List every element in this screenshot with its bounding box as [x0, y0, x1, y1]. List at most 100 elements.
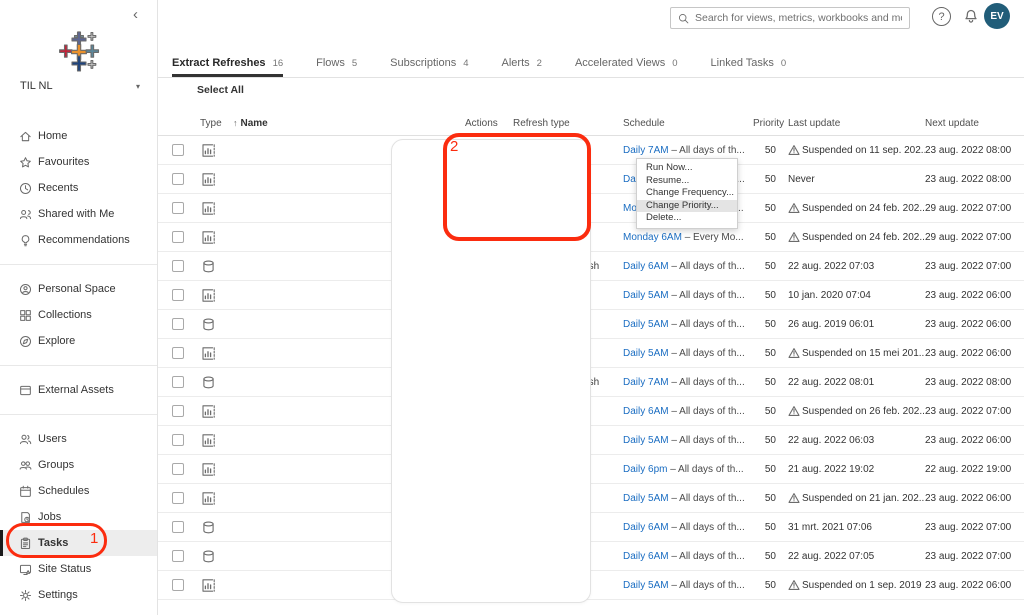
last-update-text: 31 mrt. 2021 07:06: [788, 522, 872, 533]
row-checkbox-cell: [172, 231, 200, 243]
last-update-cell: Never: [782, 174, 925, 185]
schedule-cell: Daily 7AM – All days of th...: [623, 377, 753, 388]
row-checkbox[interactable]: [172, 318, 184, 330]
avatar[interactable]: EV: [984, 3, 1010, 29]
header-last-update: Last update: [782, 118, 925, 129]
last-update-text: Suspended on 26 feb. 202...: [802, 406, 925, 417]
row-checkbox-cell: [172, 260, 200, 272]
sidebar-item-groups[interactable]: Groups: [0, 452, 157, 478]
sidebar-item-site-status[interactable]: Site Status: [0, 556, 157, 582]
tab-extract-refreshes[interactable]: Extract Refreshes16: [172, 57, 283, 77]
schedule-link[interactable]: Daily 6AM: [623, 261, 669, 272]
search-box[interactable]: [670, 7, 910, 29]
schedule-detail: – All days of th...: [671, 435, 744, 446]
schedule-cell: Daily 6AM – All days of th...: [623, 261, 753, 272]
next-update-cell: 29 aug. 2022 07:00: [925, 232, 1024, 243]
sidebar-item-external-assets[interactable]: External Assets: [0, 377, 157, 403]
last-update-text: 10 jan. 2020 07:04: [788, 290, 871, 301]
sidebar-item-settings[interactable]: Settings: [0, 582, 157, 608]
row-checkbox[interactable]: [172, 173, 184, 185]
menu-item-resume[interactable]: Resume...: [637, 175, 737, 188]
tab-bar: Extract Refreshes16 Flows5 Subscriptions4 A…: [172, 53, 819, 77]
sidebar-item-label: Recents: [38, 182, 78, 194]
sidebar-item-favourites[interactable]: Favourites: [0, 149, 157, 175]
schedule-link[interactable]: Daily 6AM: [623, 522, 669, 533]
sidebar-item-personal-space[interactable]: Personal Space: [0, 276, 157, 302]
schedule-cell: Daily 5AM – All days of th...: [623, 319, 753, 330]
row-checkbox[interactable]: [172, 434, 184, 446]
sidebar-collapse-button[interactable]: ‹: [133, 6, 138, 23]
table-row: n...•••Full refreshDaily 5AM – All days …: [158, 310, 1024, 339]
row-checkbox-cell: [172, 550, 200, 562]
main-content: ? EV Extract Refreshes16 Flows5 Subscripti…: [158, 0, 1024, 615]
suspended-warning-icon: [788, 202, 802, 214]
sidebar-item-tasks[interactable]: Tasks: [0, 530, 157, 556]
row-checkbox[interactable]: [172, 579, 184, 591]
workbook-icon: [200, 231, 233, 244]
sidebar-item-users[interactable]: Users: [0, 426, 157, 452]
row-checkbox[interactable]: [172, 260, 184, 272]
header-name[interactable]: ↑Name: [233, 118, 465, 129]
tab-flows[interactable]: Flows5: [316, 57, 357, 77]
sidebar-item-recents[interactable]: Recents: [0, 175, 157, 201]
gear-icon: [19, 589, 32, 602]
site-switcher[interactable]: TIL NL ▾: [20, 80, 140, 92]
sidebar-item-jobs[interactable]: Jobs: [0, 504, 157, 530]
schedule-link[interactable]: Daily 6AM: [623, 406, 669, 417]
sidebar-item-shared-with-me[interactable]: Shared with Me: [0, 201, 157, 227]
schedule-link[interactable]: Daily 7AM: [623, 145, 669, 156]
schedule-link[interactable]: Daily 5AM: [623, 290, 669, 301]
tab-label: Flows: [316, 57, 345, 69]
last-update-cell: 22 aug. 2022 07:03: [782, 261, 925, 272]
row-checkbox[interactable]: [172, 231, 184, 243]
schedule-link[interactable]: Daily 5AM: [623, 319, 669, 330]
schedule-link[interactable]: Daily 5AM: [623, 348, 669, 359]
last-update-text: Suspended on 1 sep. 2019 ...: [802, 580, 925, 591]
tab-accelerated-views[interactable]: Accelerated Views0: [575, 57, 678, 77]
row-checkbox[interactable]: [172, 202, 184, 214]
row-checkbox[interactable]: [172, 376, 184, 388]
schedule-link[interactable]: Daily 7AM: [623, 377, 669, 388]
menu-item-change-priority[interactable]: Change Priority...: [637, 200, 737, 213]
users-icon: [19, 433, 32, 446]
sidebar-item-label: Personal Space: [38, 283, 116, 295]
last-update-text: Suspended on 24 feb. 202...: [802, 203, 925, 214]
sidebar-item-recommendations[interactable]: Recommendations: [0, 227, 157, 253]
notifications-bell-icon[interactable]: [961, 7, 980, 26]
menu-item-delete[interactable]: Delete...: [637, 212, 737, 225]
table-row: •••Full refreshDaily 6AM – All days of t…: [158, 542, 1024, 571]
schedule-link[interactable]: Daily 5AM: [623, 580, 669, 591]
schedule-link[interactable]: Daily 6pm: [623, 464, 667, 475]
search-input[interactable]: [695, 12, 902, 24]
last-update-cell: 26 aug. 2019 06:01: [782, 319, 925, 330]
sidebar-item-home[interactable]: Home: [0, 123, 157, 149]
row-checkbox[interactable]: [172, 550, 184, 562]
row-checkbox[interactable]: [172, 463, 184, 475]
row-checkbox[interactable]: [172, 521, 184, 533]
sidebar-item-schedules[interactable]: Schedules: [0, 478, 157, 504]
schedule-link[interactable]: Daily 5AM: [623, 493, 669, 504]
app-window: ‹ TIL NL ▾ HomeFavourites Recents Shared w…: [0, 0, 1024, 615]
sidebar-item-collections[interactable]: Collections: [0, 302, 157, 328]
last-update-cell: 21 aug. 2022 19:02: [782, 464, 925, 475]
menu-item-change-frequency[interactable]: Change Frequency...: [637, 187, 737, 200]
row-checkbox[interactable]: [172, 492, 184, 504]
row-checkbox[interactable]: [172, 289, 184, 301]
select-all-button[interactable]: Select All: [197, 84, 244, 96]
tab-subscriptions[interactable]: Subscriptions4: [390, 57, 468, 77]
schedule-detail: – All days of th...: [671, 522, 744, 533]
schedule-link[interactable]: Monday 6AM: [623, 232, 682, 243]
row-checkbox[interactable]: [172, 144, 184, 156]
help-icon[interactable]: ?: [932, 7, 951, 26]
sidebar-item-explore[interactable]: Explore: [0, 328, 157, 354]
tab-alerts[interactable]: Alerts2: [502, 57, 542, 77]
table-row: •••Full refreshDaily 5AM – All days of t…: [158, 339, 1024, 368]
tab-linked-tasks[interactable]: Linked Tasks0: [711, 57, 787, 77]
table-row: •••Full refreshDaily 5AM – All days of t…: [158, 484, 1024, 513]
row-checkbox[interactable]: [172, 347, 184, 359]
menu-item-run-now[interactable]: Run Now...: [637, 162, 737, 175]
schedule-link[interactable]: Daily 6AM: [623, 551, 669, 562]
schedule-link[interactable]: Daily 5AM: [623, 435, 669, 446]
row-checkbox[interactable]: [172, 405, 184, 417]
header-type: Type: [200, 118, 233, 129]
